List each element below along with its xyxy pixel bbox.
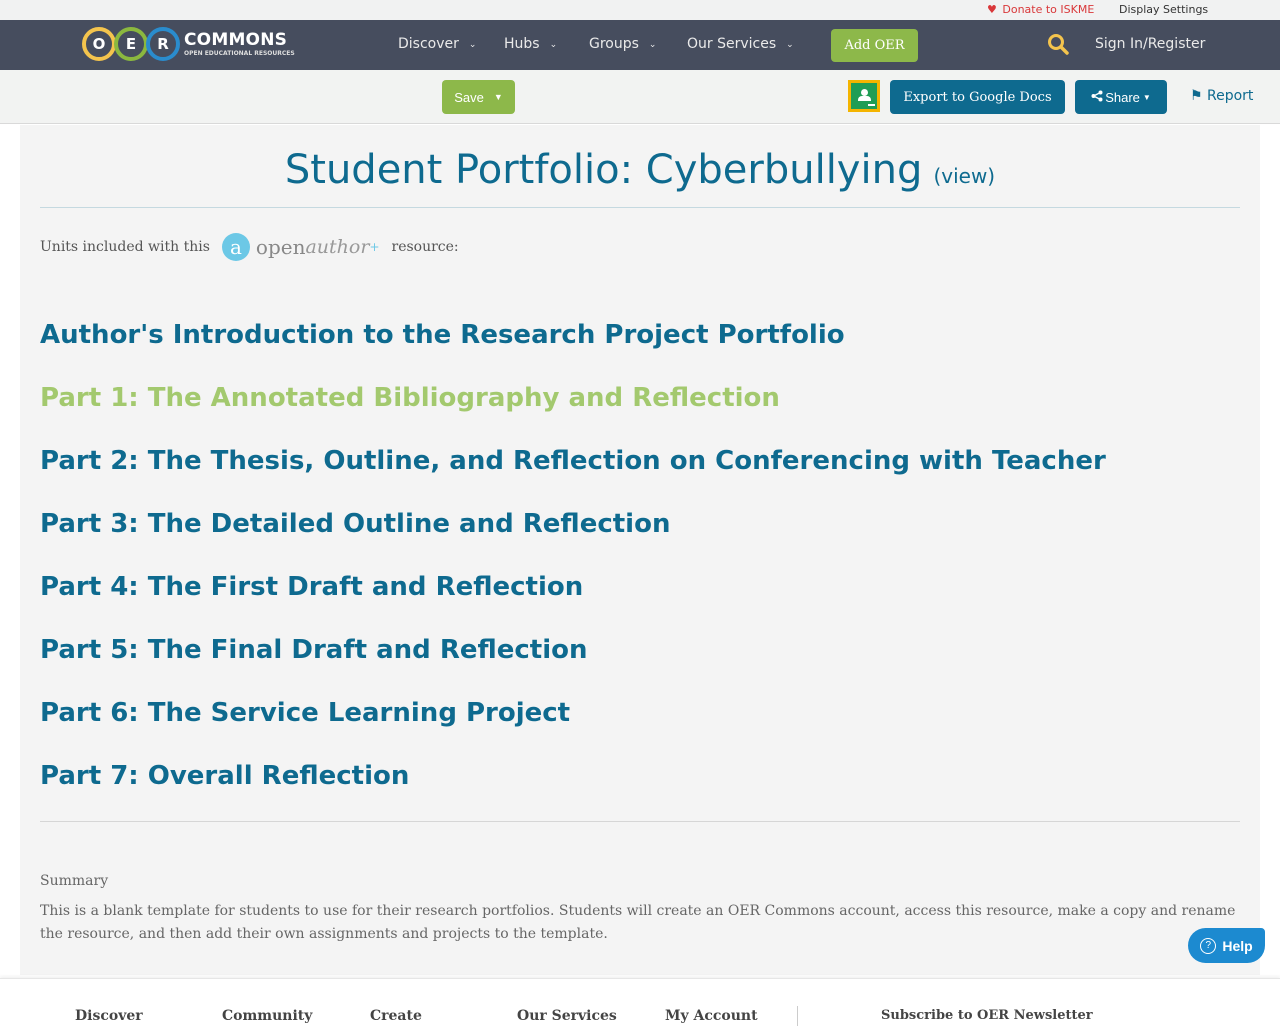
page-title: Student Portfolio: Cyberbullying <box>284 147 923 193</box>
google-classroom-icon[interactable] <box>848 80 880 112</box>
units-included-line: Units included with this a open author +… <box>40 233 459 261</box>
logo-subtitle: OPEN EDUCATIONAL RESOURCES <box>184 49 295 57</box>
resource-content: Student Portfolio: Cyberbullying (view) … <box>20 125 1260 975</box>
units-list: Author's Introduction to the Research Pr… <box>40 315 1106 819</box>
logo-letter-e: E <box>114 27 148 61</box>
nav-item-discover[interactable]: Discover ⌄ <box>398 36 476 52</box>
unit-link-active[interactable]: Part 1: The Annotated Bibliography and R… <box>40 378 1106 441</box>
save-label: Save <box>454 89 484 105</box>
display-settings-link[interactable]: Display Settings <box>1119 3 1208 16</box>
unit-link[interactable]: Part 4: The First Draft and Reflection <box>40 567 1106 630</box>
share-label: Share <box>1105 89 1140 105</box>
nav-item-label: Our Services <box>687 36 777 52</box>
page-title-wrap: Student Portfolio: Cyberbullying (view) <box>40 147 1240 193</box>
chevron-down-icon: ⌄ <box>786 40 794 50</box>
caret-down-icon: ▼ <box>493 92 503 102</box>
unit-link[interactable]: Part 7: Overall Reflection <box>40 756 1106 819</box>
share-icon <box>1091 90 1103 105</box>
nav-item-groups[interactable]: Groups ⌄ <box>589 36 656 52</box>
main-nav: O E R COMMONS OPEN EDUCATIONAL RESOURCES… <box>0 20 1280 70</box>
unit-link[interactable]: Part 5: The Final Draft and Reflection <box>40 630 1106 693</box>
report-label: Report <box>1207 88 1254 104</box>
unit-link[interactable]: Part 3: The Detailed Outline and Reflect… <box>40 504 1106 567</box>
open-author-icon: a <box>221 233 250 261</box>
sign-in-register-link[interactable]: Sign In/Register <box>1095 36 1205 52</box>
unit-link[interactable]: Part 2: The Thesis, Outline, and Reflect… <box>40 441 1106 504</box>
nav-item-label: Groups <box>589 36 639 52</box>
resource-toolbar: Save ▼ Export to Google Docs Share ▼ ⚑ R… <box>0 70 1280 124</box>
help-label: Help <box>1222 937 1253 954</box>
export-google-docs-button[interactable]: Export to Google Docs <box>890 80 1065 114</box>
units-prefix: Units included with this <box>40 239 210 255</box>
donate-label: Donate to ISKME <box>1002 3 1095 16</box>
nav-item-hubs[interactable]: Hubs ⌄ <box>504 36 557 52</box>
save-button[interactable]: Save ▼ <box>442 80 515 114</box>
footer-heading-community: Community <box>222 1008 313 1024</box>
logo-title: COMMONS <box>184 29 288 50</box>
donate-link[interactable]: ♥ Donate to ISKME <box>987 3 1094 16</box>
summary-text: This is a blank template for students to… <box>40 903 1236 942</box>
report-link[interactable]: ⚑ Report <box>1190 88 1253 104</box>
view-link[interactable]: (view) <box>933 164 995 188</box>
chevron-down-icon: ⌄ <box>549 40 558 50</box>
share-button[interactable]: Share ▼ <box>1075 80 1167 114</box>
chevron-down-icon: ⌄ <box>468 40 477 50</box>
logo-text: COMMONS OPEN EDUCATIONAL RESOURCES <box>184 29 295 57</box>
logo-letter-o: O <box>82 27 116 61</box>
caret-down-icon: ▼ <box>1142 92 1151 102</box>
title-divider <box>40 207 1240 208</box>
unit-link[interactable]: Part 6: The Service Learning Project <box>40 693 1106 756</box>
nav-item-label: Hubs <box>504 36 540 52</box>
nav-item-our-services[interactable]: Our Services ⌄ <box>687 36 794 52</box>
chevron-down-icon: ⌄ <box>648 40 657 50</box>
footer-heading-my-account: My Account <box>665 1008 758 1024</box>
oer-commons-logo[interactable]: O E R COMMONS OPEN EDUCATIONAL RESOURCES <box>82 26 295 62</box>
utility-bar: ♥ Donate to ISKME Display Settings <box>0 0 1280 20</box>
help-button[interactable]: ? Help <box>1188 928 1265 963</box>
footer-divider <box>797 1006 798 1026</box>
footer-heading-create: Create <box>370 1008 422 1024</box>
nav-item-label: Discover <box>398 36 459 52</box>
units-suffix: resource: <box>391 239 459 255</box>
search-icon[interactable] <box>1046 32 1070 56</box>
open-author-logo: a open author + <box>221 233 380 261</box>
footer: Discover Community Create Our Services M… <box>0 978 1280 1026</box>
question-circle-icon: ? <box>1200 937 1217 954</box>
footer-heading-our-services: Our Services <box>517 1008 617 1024</box>
summary-label: Summary <box>40 873 109 889</box>
add-oer-button[interactable]: Add OER <box>831 29 918 62</box>
heart-icon: ♥ <box>987 3 997 16</box>
unit-link[interactable]: Author's Introduction to the Research Pr… <box>40 315 1106 378</box>
footer-heading-discover: Discover <box>75 1008 143 1024</box>
units-divider <box>40 821 1240 822</box>
logo-letter-r: R <box>146 27 180 61</box>
newsletter-heading: Subscribe to OER Newsletter <box>881 1008 1093 1023</box>
flag-icon: ⚑ <box>1190 88 1203 104</box>
